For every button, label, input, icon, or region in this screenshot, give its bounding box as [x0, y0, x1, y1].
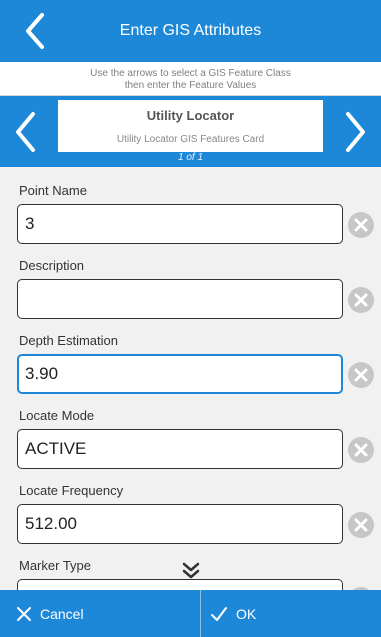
close-icon: [17, 606, 31, 621]
field-label: Description: [19, 258, 85, 273]
feature-card[interactable]: Utility Locator Utility Locator GIS Feat…: [58, 100, 323, 152]
double-chevron-down-icon: [182, 562, 200, 579]
depth-estimation-input[interactable]: 3.90: [17, 354, 343, 394]
clear-locate-mode-button[interactable]: [348, 437, 374, 463]
feature-card-title: Utility Locator: [146, 108, 235, 123]
scroll-down-button[interactable]: [181, 561, 201, 581]
locate-mode-input[interactable]: ACTIVE: [17, 429, 343, 469]
clear-depth-estimation-button[interactable]: [348, 362, 374, 388]
field-point-name: Point Name 3: [0, 167, 381, 244]
clear-description-button[interactable]: [348, 287, 374, 313]
attribute-form[interactable]: Point Name 3 Description Depth Estimatio…: [0, 167, 381, 590]
field-label: Marker Type: [19, 558, 92, 573]
instruction-line-1: Use the arrows to select a GIS Feature C…: [90, 68, 291, 79]
close-icon: [354, 218, 368, 232]
close-icon: [354, 518, 368, 532]
ok-label: OK: [236, 605, 257, 622]
field-label: Locate Mode: [19, 408, 95, 423]
ok-button[interactable]: OK: [210, 590, 256, 637]
feature-counter: 1 of 1: [177, 152, 204, 163]
field-label: Locate Frequency: [19, 483, 124, 498]
field-depth-estimation: Depth Estimation 3.90: [0, 317, 381, 394]
field-label: Depth Estimation: [19, 333, 118, 348]
close-icon: [354, 368, 368, 382]
gis-attributes-screen: Enter GIS Attributes Use the arrows to s…: [0, 0, 381, 637]
instruction-line-2: then enter the Feature Values: [124, 80, 257, 91]
description-input[interactable]: [17, 279, 343, 319]
field-locate-mode: Locate Mode ACTIVE: [0, 392, 381, 469]
field-locate-frequency: Locate Frequency 512.00: [0, 467, 381, 544]
instructions-strip: Use the arrows to select a GIS Feature C…: [0, 62, 381, 96]
feature-card-subtitle: Utility Locator GIS Features Card: [116, 134, 265, 145]
marker-type-input[interactable]: [17, 579, 343, 590]
feature-class-selector: Utility Locator Utility Locator GIS Feat…: [0, 96, 381, 167]
cancel-label: Cancel: [40, 605, 84, 622]
bottom-action-bar: Cancel OK: [0, 590, 381, 637]
checkmark-icon: [211, 606, 227, 621]
chevron-left-icon: [16, 112, 35, 152]
locate-frequency-input[interactable]: 512.00: [17, 504, 343, 544]
clear-locate-frequency-button[interactable]: [348, 512, 374, 538]
close-icon: [354, 293, 368, 307]
page-title: Enter GIS Attributes: [119, 22, 262, 39]
clear-point-name-button[interactable]: [348, 212, 374, 238]
close-icon: [354, 443, 368, 457]
next-feature-button[interactable]: [329, 102, 381, 162]
field-label: Point Name: [19, 183, 87, 198]
header-bar: Enter GIS Attributes: [0, 0, 381, 62]
chevron-right-icon: [346, 112, 365, 152]
footer-divider: [200, 590, 201, 637]
cancel-button[interactable]: Cancel: [16, 590, 84, 637]
field-description: Description: [0, 242, 381, 319]
point-name-input[interactable]: 3: [17, 204, 343, 244]
